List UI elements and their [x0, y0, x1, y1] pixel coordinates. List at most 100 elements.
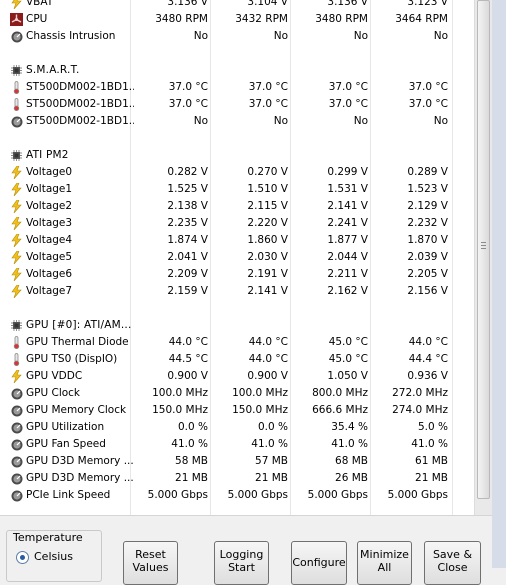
current-value: 2.209 V [167, 268, 208, 280]
celsius-radio-label[interactable]: Celsius [34, 550, 73, 563]
average-value: 3464 RPM [395, 13, 448, 25]
sensor-name: GPU D3D Memory ... [26, 455, 134, 467]
current-value: 37.0 °C [168, 98, 208, 110]
current-value: No [193, 30, 208, 42]
voltage-icon [10, 166, 23, 179]
celsius-radio[interactable] [16, 551, 29, 564]
sensor-name: CPU [26, 13, 48, 25]
sensor-row[interactable]: ST500DM002-1BD1... No No No No [0, 113, 474, 130]
sensor-group-header[interactable]: S.M.A.R.T. [0, 62, 474, 79]
sensor-name: Voltage1 [26, 183, 73, 195]
thermometer-icon [10, 81, 23, 94]
sensor-group-header[interactable]: ATI PM2 [0, 147, 474, 164]
minimum-value: 2.141 V [247, 285, 288, 297]
voltage-icon [10, 217, 23, 230]
sensor-name: Voltage0 [26, 166, 73, 178]
sensor-row[interactable]: GPU D3D Memory ... 21 MB 21 MB 26 MB 21 MB [0, 470, 474, 487]
minimum-value: 2.030 V [247, 251, 288, 263]
minimum-value: 1.860 V [247, 234, 288, 246]
sensor-row[interactable]: Voltage7 2.159 V 2.141 V 2.162 V 2.156 V [0, 283, 474, 300]
sensor-row[interactable]: Voltage6 2.209 V 2.191 V 2.211 V 2.205 V [0, 266, 474, 283]
scrollbar-thumb[interactable] [477, 0, 490, 499]
status-icon [10, 438, 23, 451]
sensor-row[interactable]: Voltage3 2.235 V 2.220 V 2.241 V 2.232 V [0, 215, 474, 232]
maximum-value: 2.211 V [327, 268, 368, 280]
current-value: 3480 RPM [155, 13, 208, 25]
vertical-scrollbar[interactable] [474, 0, 492, 515]
sensor-row[interactable]: CPU 3480 RPM 3432 RPM 3480 RPM 3464 RPM [0, 11, 474, 28]
sensor-row[interactable]: GPU Utilization 0.0 % 0.0 % 35.4 % 5.0 % [0, 419, 474, 436]
minimum-value: 21 MB [255, 472, 288, 484]
sensor-table: VBAT 3.136 V 3.104 V 3.136 V 3.123 V CPU 3480 … [0, 0, 474, 515]
minimize-all-button[interactable]: Minimize All [357, 541, 412, 585]
chip-icon [10, 64, 23, 77]
average-value: 5.000 Gbps [387, 489, 448, 501]
status-icon [10, 115, 23, 128]
status-icon [10, 404, 23, 417]
sensor-name: Voltage6 [26, 268, 73, 280]
sensor-row[interactable]: Voltage2 2.138 V 2.115 V 2.141 V 2.129 V [0, 198, 474, 215]
maximum-value: No [353, 115, 368, 127]
logging-start-button[interactable]: Logging Start [214, 541, 269, 585]
maximum-value: 35.4 % [331, 421, 368, 433]
current-value: 5.000 Gbps [147, 489, 208, 501]
sensor-row[interactable]: ST500DM002-1BD1... 37.0 °C 37.0 °C 37.0 °C 3… [0, 96, 474, 113]
maximum-value: 37.0 °C [328, 81, 368, 93]
minimum-value: 57 MB [255, 455, 288, 467]
sensor-name: ST500DM002-1BD1... [26, 81, 134, 93]
current-value: 150.0 MHz [152, 404, 208, 416]
sensor-row[interactable]: Voltage4 1.874 V 1.860 V 1.877 V 1.870 V [0, 232, 474, 249]
sensor-name: GPU TS0 (DispIO) [26, 353, 118, 365]
current-value: 44.5 °C [168, 353, 208, 365]
sensor-row[interactable]: GPU Clock 100.0 MHz 100.0 MHz 800.0 MHz 272.… [0, 385, 474, 402]
current-value: No [193, 115, 208, 127]
sensor-row[interactable]: PCIe Link Speed 5.000 Gbps 5.000 Gbps 5.000… [0, 487, 474, 504]
sensor-row[interactable]: VBAT 3.136 V 3.104 V 3.136 V 3.123 V [0, 0, 474, 11]
sensor-row[interactable]: GPU TS0 (DispIO) 44.5 °C 44.0 °C 45.0 °C 44.… [0, 351, 474, 368]
sensor-row[interactable]: GPU Fan Speed 41.0 % 41.0 % 41.0 % 41.0 % [0, 436, 474, 453]
fan-icon [10, 13, 23, 26]
sensor-row[interactable]: Voltage0 0.282 V 0.270 V 0.299 V 0.289 V [0, 164, 474, 181]
voltage-icon [10, 285, 23, 298]
sensor-name: GPU VDDC [26, 370, 83, 382]
maximum-value: 2.162 V [327, 285, 368, 297]
sensor-name: Voltage4 [26, 234, 73, 246]
current-value: 37.0 °C [168, 81, 208, 93]
current-value: 41.0 % [171, 438, 208, 450]
sensor-name: Voltage2 [26, 200, 73, 212]
average-value: 0.289 V [407, 166, 448, 178]
average-value: 41.0 % [411, 438, 448, 450]
sensor-group-header[interactable]: GPU [#0]: ATI/AM... [0, 317, 474, 334]
window-edge [492, 0, 506, 568]
sensor-name: GPU D3D Memory ... [26, 472, 134, 484]
maximum-value: 0.299 V [327, 166, 368, 178]
minimum-value: 44.0 °C [248, 336, 288, 348]
minimum-value: 3432 RPM [235, 13, 288, 25]
average-value: 2.156 V [407, 285, 448, 297]
sensor-name: GPU Thermal Diode [26, 336, 129, 348]
save-close-button[interactable]: Save & Close [424, 541, 481, 585]
reset-values-button[interactable]: Reset Values [123, 541, 178, 585]
current-value: 2.159 V [167, 285, 208, 297]
maximum-value: 41.0 % [331, 438, 368, 450]
sensor-row[interactable]: GPU D3D Memory ... 58 MB 57 MB 68 MB 61 MB [0, 453, 474, 470]
sensor-row[interactable]: Chassis Intrusion No No No No [0, 28, 474, 45]
sensor-row[interactable]: Voltage1 1.525 V 1.510 V 1.531 V 1.523 V [0, 181, 474, 198]
average-value: 2.039 V [407, 251, 448, 263]
blank-row [0, 300, 474, 317]
sensor-row[interactable]: Voltage5 2.041 V 2.030 V 2.044 V 2.039 V [0, 249, 474, 266]
sensor-name: Voltage3 [26, 217, 73, 229]
maximum-value: 26 MB [335, 472, 368, 484]
sensor-row[interactable]: ST500DM002-1BD1... 37.0 °C 37.0 °C 37.0 °C 3… [0, 79, 474, 96]
maximum-value: 666.6 MHz [312, 404, 368, 416]
sensor-row[interactable]: GPU VDDC 0.900 V 0.900 V 1.050 V 0.936 V [0, 368, 474, 385]
maximum-value: 1.050 V [327, 370, 368, 382]
sensor-row[interactable]: GPU Thermal Diode 44.0 °C 44.0 °C 45.0 °C 44… [0, 334, 474, 351]
maximum-value: 68 MB [335, 455, 368, 467]
maximum-value: 3.136 V [327, 0, 368, 8]
configure-button[interactable]: Configure [291, 541, 347, 585]
maximum-value: 2.141 V [327, 200, 368, 212]
thermometer-icon [10, 353, 23, 366]
maximum-value: 2.241 V [327, 217, 368, 229]
sensor-row[interactable]: GPU Memory Clock 150.0 MHz 150.0 MHz 666.6 … [0, 402, 474, 419]
